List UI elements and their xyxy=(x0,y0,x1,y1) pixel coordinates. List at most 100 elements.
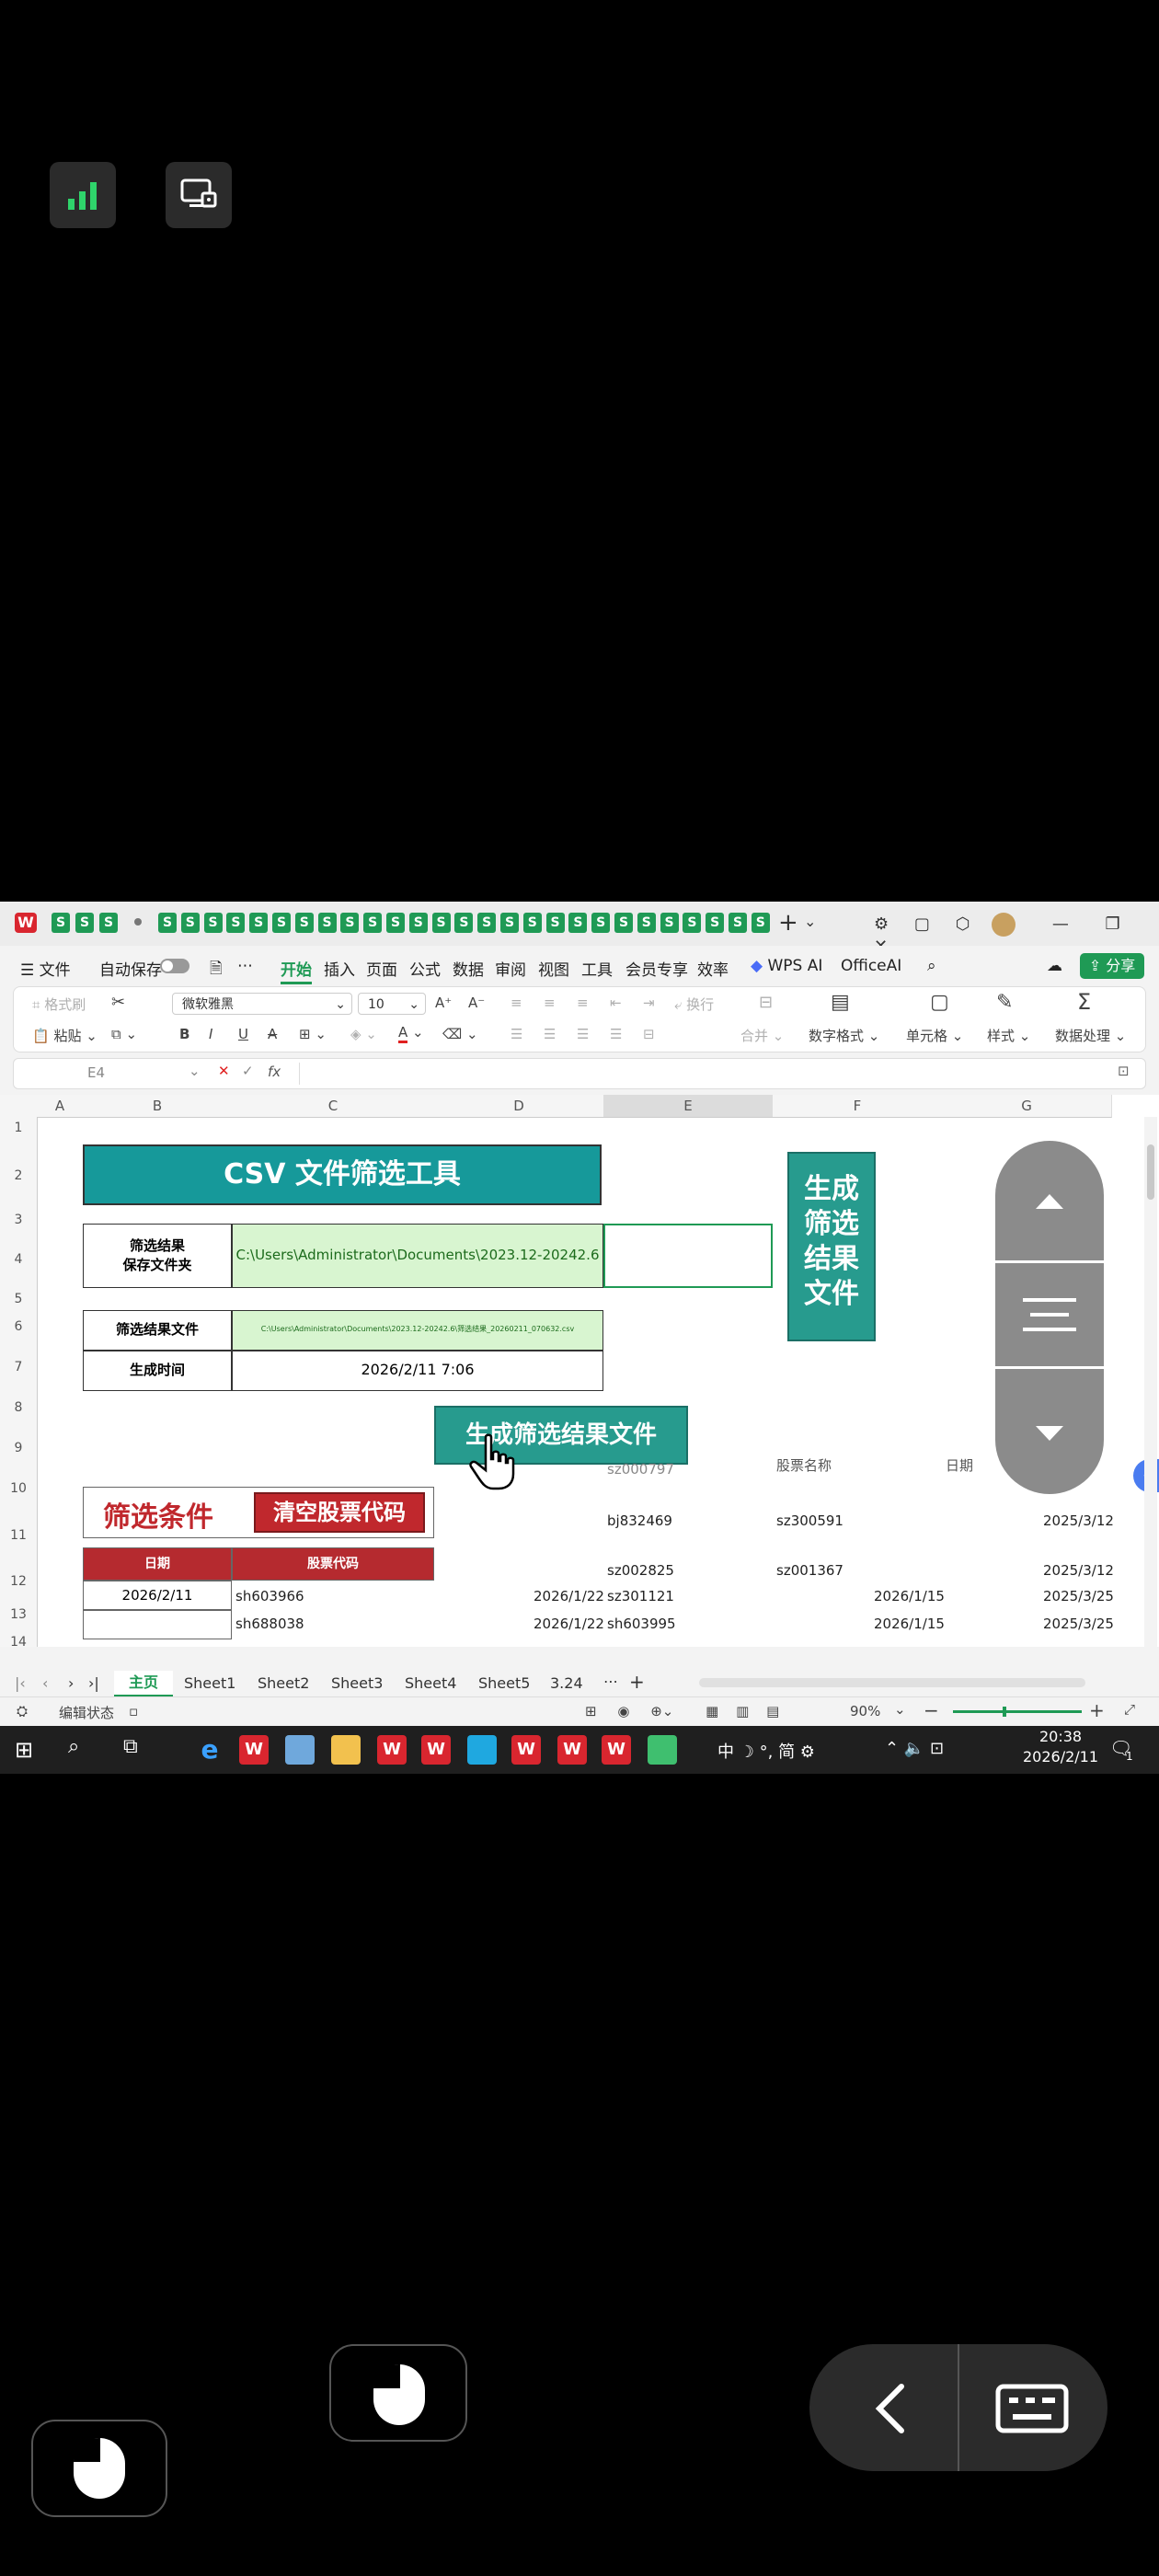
moon-icon[interactable]: ☽ °, xyxy=(740,1742,774,1762)
formula-input[interactable] xyxy=(299,1063,1109,1085)
tab-sheet-home[interactable]: 主页 xyxy=(114,1671,173,1697)
wrap-button[interactable]: ⤶ 换行 xyxy=(674,995,714,1014)
column-header[interactable]: C xyxy=(232,1095,435,1118)
justify-icon[interactable]: ☰ xyxy=(610,1026,622,1042)
search-icon[interactable]: ⌕ xyxy=(927,957,936,975)
cube-icon[interactable]: ⬡ xyxy=(956,914,970,934)
row-header[interactable]: 3 xyxy=(0,1213,38,1228)
save-folder-path-cell[interactable]: C:\Users\Administrator\Documents\2023.12… xyxy=(232,1224,603,1288)
remote-screen-icon[interactable] xyxy=(166,162,232,228)
macro-icon[interactable]: ⛭ xyxy=(17,1703,28,1719)
document-tab[interactable]: S xyxy=(272,913,291,933)
tab-sheet1[interactable]: Sheet1 xyxy=(184,1674,235,1692)
volume-icon[interactable]: 🔈 xyxy=(904,1739,924,1758)
keyboard-button[interactable] xyxy=(959,2344,1107,2471)
app-blue-icon[interactable] xyxy=(467,1735,497,1765)
menu-review[interactable]: 审阅 xyxy=(495,957,526,980)
vertical-scrollbar[interactable] xyxy=(1144,1117,1157,1647)
horizontal-scrollbar[interactable] xyxy=(699,1678,1085,1687)
confirm-icon[interactable]: ✓ xyxy=(242,1063,254,1079)
data-processing-button[interactable]: 数据处理 ⌄ xyxy=(1055,1026,1126,1045)
row-header[interactable]: 11 xyxy=(0,1509,38,1563)
cell-e14[interactable]: sh603995 xyxy=(607,1616,676,1632)
font-name-select[interactable]: 微软雅黑 ⌄ xyxy=(172,993,352,1015)
generate-result-file-vertical-button[interactable]: 生成 筛选 结果 文件 xyxy=(787,1152,876,1341)
row-header[interactable]: 7 xyxy=(0,1347,38,1388)
result-file-path-cell[interactable]: C:\Users\Administrator\Documents\2023.12… xyxy=(232,1310,603,1351)
chevron-up-icon[interactable]: ⌃ xyxy=(885,1739,899,1758)
save-icon[interactable]: 🗎 xyxy=(210,957,223,983)
sheet-stats-icon[interactable]: ▫ xyxy=(129,1703,138,1719)
name-box[interactable]: E4 xyxy=(87,1064,105,1081)
tray-ime-mode[interactable]: 简 xyxy=(778,1742,795,1762)
document-tab[interactable]: S xyxy=(591,913,611,933)
task-view-icon[interactable]: ⧉ xyxy=(123,1735,138,1758)
zoom-level[interactable]: 90% xyxy=(850,1703,880,1719)
cell-g12[interactable]: 2025/3/12 xyxy=(1043,1562,1114,1579)
row-header[interactable]: 4 xyxy=(0,1227,38,1293)
tab-sheet-324[interactable]: 3.24 xyxy=(550,1674,583,1692)
number-format-button[interactable]: 数字格式 ⌄ xyxy=(809,1026,879,1045)
align-top-icon[interactable]: ≡ xyxy=(511,995,522,1011)
menu-efficiency[interactable]: 效率 xyxy=(697,957,729,980)
border-icon[interactable]: ⊞ ⌄ xyxy=(299,1026,327,1042)
scroll-up-button[interactable] xyxy=(995,1141,1104,1263)
page-break-icon[interactable]: ▤ xyxy=(766,1703,779,1719)
fill-color-icon[interactable]: ◈ ⌄ xyxy=(350,1026,377,1042)
clear-codes-button[interactable]: 清空股票代码 xyxy=(254,1492,425,1533)
window-icon[interactable]: ▢ xyxy=(914,914,930,934)
menu-officeai[interactable]: OfficeAI xyxy=(841,957,901,975)
cell-button[interactable]: 单元格 ⌄ xyxy=(906,1026,963,1045)
document-tab[interactable]: S xyxy=(614,913,633,933)
document-tab[interactable]: S xyxy=(751,913,770,933)
font-size-select[interactable]: 10 ⌄ xyxy=(358,993,426,1015)
eye-view-icon[interactable]: ◉ xyxy=(617,1703,629,1719)
chevron-down-icon[interactable]: ⌄ xyxy=(804,913,816,930)
align-right-icon[interactable]: ☰ xyxy=(577,1026,589,1042)
wps-taskbar-icon[interactable]: W xyxy=(557,1735,587,1765)
zoom-in-icon[interactable]: + xyxy=(1089,1699,1105,1721)
column-header[interactable]: F xyxy=(773,1095,943,1118)
cell-f14[interactable]: 2026/1/15 xyxy=(874,1616,945,1632)
grid-view-icon[interactable]: ⊞ xyxy=(585,1703,597,1719)
cell-g14[interactable]: 2025/3/25 xyxy=(1043,1616,1114,1632)
cut-icon[interactable]: ✂ xyxy=(111,993,125,1012)
header-stock-name[interactable]: 股票名称 xyxy=(776,1455,832,1475)
document-tab[interactable]: S xyxy=(226,913,246,933)
document-tab[interactable]: S xyxy=(340,913,360,933)
outdent-icon[interactable]: ⇥ xyxy=(643,995,655,1011)
cell-d13[interactable]: 2026/1/22 xyxy=(534,1588,604,1604)
minimize-icon[interactable]: — xyxy=(1052,914,1069,934)
column-header[interactable]: G xyxy=(942,1095,1112,1118)
format-painter-button[interactable]: ⌗ 格式刷 xyxy=(32,995,86,1014)
row-header[interactable]: 12 xyxy=(0,1562,38,1602)
row-header[interactable]: 5 xyxy=(0,1292,38,1307)
menu-formula[interactable]: 公式 xyxy=(409,957,441,980)
last-sheet-icon[interactable]: ›| xyxy=(88,1674,99,1692)
document-tab[interactable]: S xyxy=(249,913,269,933)
underline-icon[interactable]: U xyxy=(238,1026,248,1042)
document-tab[interactable]: S xyxy=(75,913,94,933)
cell-g11[interactable]: 2025/3/12 xyxy=(1043,1512,1114,1529)
cell-e11[interactable]: bj832469 xyxy=(607,1512,672,1529)
bold-icon[interactable]: B xyxy=(179,1026,189,1042)
column-header[interactable]: A xyxy=(37,1095,84,1118)
cell-b13[interactable]: 2026/2/11 xyxy=(83,1581,232,1610)
share-button[interactable]: ⇪ 分享 xyxy=(1080,953,1144,979)
indent-icon[interactable]: ⇤ xyxy=(610,995,622,1011)
fx-icon[interactable]: fx xyxy=(268,1064,281,1080)
row-header[interactable]: 6 xyxy=(0,1306,38,1348)
document-tab[interactable]: S xyxy=(158,913,177,933)
ie-icon[interactable]: e xyxy=(195,1735,224,1765)
cloud-icon[interactable]: ☁ xyxy=(1047,957,1062,975)
document-tab[interactable]: S xyxy=(52,913,70,933)
scroll-down-button[interactable] xyxy=(995,1369,1104,1494)
mouse-mode-button-top[interactable] xyxy=(329,2344,467,2442)
row-header[interactable]: 10 xyxy=(0,1468,38,1510)
notepad-icon[interactable] xyxy=(285,1735,315,1765)
wps-taskbar-icon[interactable]: W xyxy=(239,1735,269,1765)
align-middle-icon[interactable]: ≡ xyxy=(544,995,556,1011)
row-header[interactable]: 8 xyxy=(0,1387,38,1429)
paste-button[interactable]: 📋 粘贴 ⌄ xyxy=(32,1026,98,1045)
folder-icon[interactable] xyxy=(331,1735,361,1765)
